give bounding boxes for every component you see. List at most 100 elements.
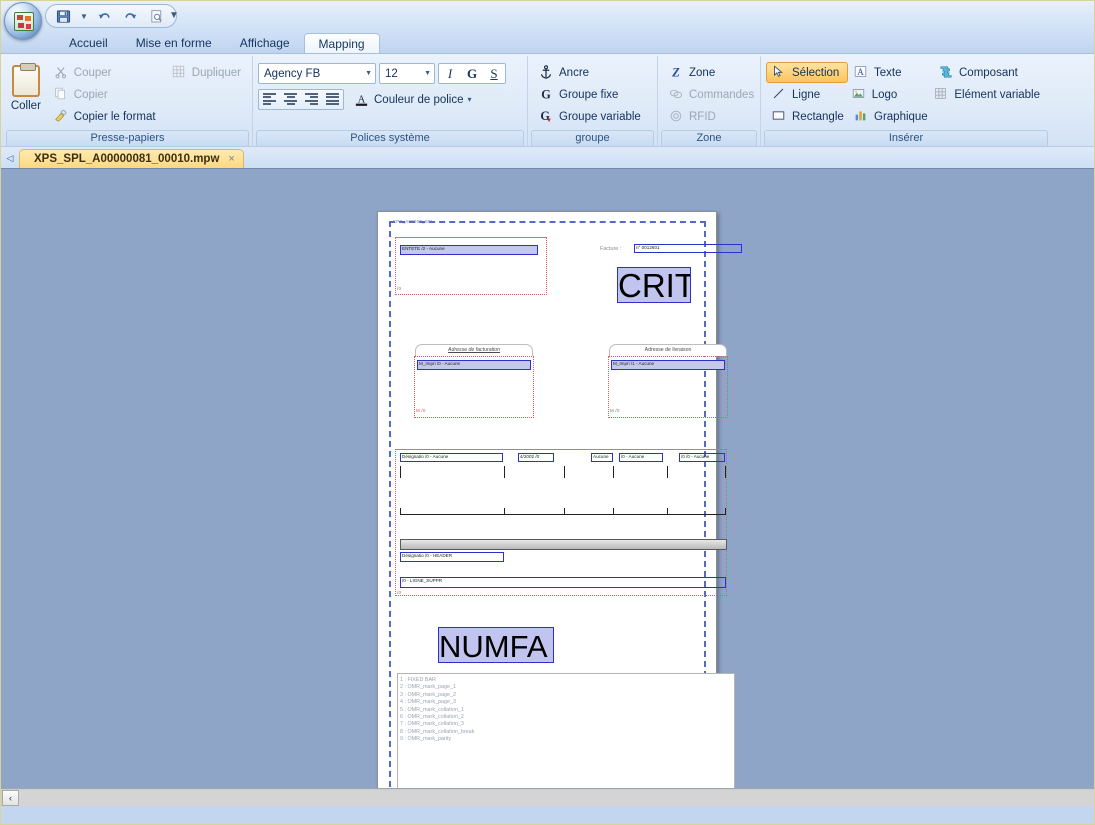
fixed-group-icon: G xyxy=(539,87,555,103)
component-button[interactable]: Composant xyxy=(933,62,1024,83)
document-page[interactable]: XPS_A00000_SPL ENTETE /2 - Aucune /0 Fac… xyxy=(377,211,742,806)
ligne-suppr-box[interactable]: /0 - LIGNE_SUPPR xyxy=(400,577,726,588)
selection-button[interactable]: Sélection xyxy=(766,62,848,83)
text-button[interactable]: A Texte xyxy=(848,62,933,83)
group-label-polices: Polices système xyxy=(256,130,524,146)
delivery-region-tag: M /0 xyxy=(610,408,620,413)
scrollbar-track[interactable] xyxy=(19,789,1094,806)
document-tab-active[interactable]: XPS_SPL_A00000081_00010.mpw × xyxy=(19,149,244,168)
table-cell-total-text: /0 /0 - Aucune xyxy=(681,454,710,459)
selection-label: Sélection xyxy=(792,66,840,79)
tab-accueil[interactable]: Accueil xyxy=(55,33,122,53)
document-tab-bar: ◁ XPS_SPL_A00000081_00010.mpw × xyxy=(1,146,1094,168)
close-icon[interactable]: × xyxy=(228,150,234,169)
tab-affichage[interactable]: Affichage xyxy=(226,33,304,53)
table-cell-ref[interactable]: 4/2002 /0 xyxy=(518,453,554,462)
group-label-inserer: Insérer xyxy=(764,130,1048,146)
align-left-icon[interactable] xyxy=(259,90,280,109)
billing-field-box[interactable]: M_Impri /0 - Aucune xyxy=(417,360,531,370)
zone-button[interactable]: Z Zone xyxy=(663,62,760,83)
design-canvas[interactable]: XPS_A00000_SPL ENTETE /2 - Aucune /0 Fac… xyxy=(1,168,1094,806)
header-field-box[interactable]: ENTETE /2 - Aucune xyxy=(400,245,538,255)
document-tab-label: XPS_SPL_A00000081_00010.mpw xyxy=(34,152,220,165)
office-orb-button[interactable] xyxy=(4,2,42,40)
table-cell-ref-text: 4/2002 /0 xyxy=(520,454,540,459)
omr-item: 1 : FIXED BAR xyxy=(400,677,436,683)
save-dropdown-caret[interactable]: ▼ xyxy=(80,12,88,21)
qat-customize-icon[interactable]: ▼ xyxy=(169,10,179,21)
align-justify-icon[interactable] xyxy=(322,90,343,109)
duplicate-label: Dupliquer xyxy=(191,66,241,79)
table-cell-designation[interactable]: Désignatio /0 - Aucune xyxy=(400,453,503,462)
omr-marks-panel[interactable]: 1 : FIXED BAR 2 : OMR_mark_page_1 3 : OM… xyxy=(397,673,735,798)
commands-button[interactable]: Commandes xyxy=(663,84,760,105)
font-size-combo[interactable]: 12 ▼ xyxy=(379,63,435,84)
rectangle-label: Rectangle xyxy=(792,110,844,123)
logo-icon xyxy=(852,87,868,103)
variable-element-icon xyxy=(934,87,950,103)
delivery-field-text: M_Impri /1 - Aucune xyxy=(613,361,655,366)
svg-text:Z: Z xyxy=(671,65,680,79)
undo-icon[interactable] xyxy=(95,7,114,26)
font-name-combo[interactable]: Agency FB ▼ xyxy=(258,63,376,84)
title-text-object[interactable]: CRIT xyxy=(617,267,691,303)
logo-label: Logo xyxy=(871,88,898,101)
anchor-button[interactable]: Ancre xyxy=(533,62,647,83)
table-region[interactable] xyxy=(395,449,727,596)
text-icon: A xyxy=(854,65,870,81)
quick-access-toolbar: ▼ xyxy=(45,4,177,28)
cut-button[interactable]: Couper xyxy=(48,62,166,83)
font-color-caret[interactable]: ▾ xyxy=(468,95,472,104)
font-color-button[interactable]: A Couleur de police ▾ xyxy=(348,89,478,110)
billing-region-tag: M /0 xyxy=(416,408,426,413)
zone-icon: Z xyxy=(669,65,685,81)
delivery-field-box[interactable]: M_Impri /1 - Aucune xyxy=(611,360,725,370)
page-area-label: XPS_A00000_SPL xyxy=(393,219,434,224)
redo-icon[interactable] xyxy=(121,7,140,26)
line-button[interactable]: Ligne xyxy=(766,84,846,105)
paste-button[interactable]: Coller xyxy=(8,59,44,112)
commands-label: Commandes xyxy=(689,88,755,101)
doctab-scroll-left-icon[interactable]: ◁ xyxy=(1,153,19,168)
group-label-zone: Zone xyxy=(661,130,757,146)
table-tick xyxy=(564,508,565,515)
save-icon[interactable] xyxy=(54,7,73,26)
format-painter-button[interactable]: Copier le format xyxy=(48,106,162,127)
table-cell-price[interactable]: /0 - Aucune xyxy=(619,453,663,462)
table-tick xyxy=(400,508,401,515)
chevron-down-icon[interactable]: ▼ xyxy=(418,70,431,77)
duplicate-button[interactable]: Dupliquer xyxy=(166,62,247,83)
logo-button[interactable]: Logo xyxy=(846,84,929,105)
scroll-left-button[interactable]: ‹ xyxy=(2,789,19,806)
preview-icon[interactable] xyxy=(147,7,166,26)
align-right-icon[interactable] xyxy=(301,90,322,109)
align-center-icon[interactable] xyxy=(280,90,301,109)
invoice-field-box[interactable]: n° 0012601 xyxy=(634,244,742,253)
variable-group-button[interactable]: G Groupe variable xyxy=(533,106,647,127)
table-header-field-box[interactable]: Désignatio /0 - HEADER xyxy=(400,552,504,562)
italic-button[interactable]: I xyxy=(439,64,461,83)
table-tick xyxy=(504,508,505,515)
anchor-label: Ancre xyxy=(559,66,590,79)
table-cell-total[interactable]: /0 /0 - Aucune xyxy=(679,453,725,462)
text-label: Texte xyxy=(874,66,902,79)
tab-mapping[interactable]: Mapping xyxy=(303,33,380,53)
chart-button[interactable]: Graphique xyxy=(848,106,933,127)
chevron-down-icon[interactable]: ▼ xyxy=(359,70,372,77)
variable-group-icon: G xyxy=(539,108,555,125)
copy-button[interactable]: Copier xyxy=(48,84,114,105)
rectangle-button[interactable]: Rectangle xyxy=(766,106,848,127)
numfa-text-object[interactable]: NUMFA xyxy=(438,627,554,663)
horizontal-scrollbar[interactable]: ‹ xyxy=(1,788,1094,806)
bold-button[interactable]: G xyxy=(461,64,483,83)
underline-button[interactable]: S xyxy=(483,64,505,83)
ribbon-group-groupe: Ancre G Groupe fixe G Groupe variable gr… xyxy=(528,56,658,146)
font-size-value: 12 xyxy=(385,67,398,80)
table-header-band[interactable] xyxy=(400,539,727,550)
fixed-group-button[interactable]: G Groupe fixe xyxy=(533,84,647,105)
table-cell-qty[interactable]: Aucune xyxy=(591,453,613,462)
variable-element-button[interactable]: Elément variable xyxy=(928,84,1046,105)
rfid-button[interactable]: RFID xyxy=(663,106,760,127)
omr-item: 3 : OMR_mark_page_2 xyxy=(400,691,457,698)
tab-mise-en-forme[interactable]: Mise en forme xyxy=(122,33,226,53)
